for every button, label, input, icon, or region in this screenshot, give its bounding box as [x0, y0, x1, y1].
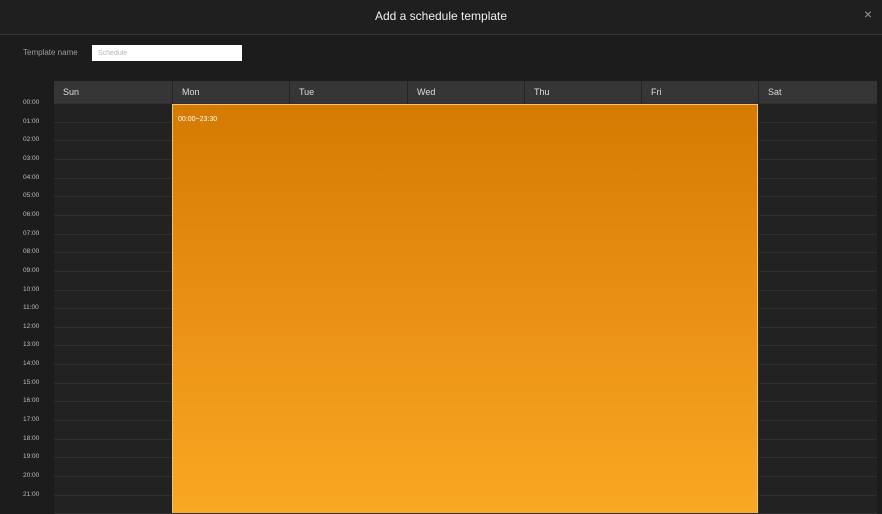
schedule-template-dialog: Add a schedule template × Template name … [0, 0, 882, 514]
time-label: 04:00 [23, 174, 40, 181]
time-label: 21:00 [23, 491, 40, 498]
time-label: 15:00 [23, 379, 40, 386]
dialog-title: Add a schedule template [374, 9, 508, 23]
close-icon[interactable]: × [861, 7, 875, 21]
template-name-input[interactable] [92, 45, 242, 61]
grid-day-line [758, 103, 759, 513]
day-header-fri[interactable]: Fri [641, 81, 758, 103]
time-label: 05:00 [23, 192, 40, 199]
time-label: 08:00 [23, 248, 40, 255]
time-label: 07:00 [23, 230, 40, 237]
time-label: 02:00 [23, 136, 40, 143]
day-header-mon[interactable]: Mon [172, 81, 289, 103]
time-label: 18:00 [23, 435, 40, 442]
time-label: 17:00 [23, 416, 40, 423]
day-header-thu[interactable]: Thu [524, 81, 641, 103]
day-header-row: Sun Mon Tue Wed Thu Fri Sat [54, 81, 877, 103]
template-name-row: Template name [0, 42, 882, 64]
time-label: 06:00 [23, 211, 40, 218]
time-label: 12:00 [23, 323, 40, 330]
time-label: 10:00 [23, 286, 40, 293]
day-header-sun[interactable]: Sun [54, 81, 172, 103]
template-name-label: Template name [23, 48, 78, 57]
schedule-block[interactable]: 00:00~23:30 [172, 104, 758, 513]
schedule-block-label: 00:00~23:30 [178, 116, 218, 123]
day-header-tue[interactable]: Tue [289, 81, 407, 103]
time-label: 11:00 [23, 304, 39, 311]
time-label: 09:00 [23, 267, 40, 274]
time-label: 03:00 [23, 155, 40, 162]
dialog-titlebar: Add a schedule template × [0, 0, 882, 35]
day-header-wed[interactable]: Wed [407, 81, 524, 103]
time-label: 19:00 [23, 453, 40, 460]
time-label: 00:00 [23, 99, 40, 106]
time-label: 20:00 [23, 472, 40, 479]
time-label: 13:00 [23, 341, 40, 348]
time-label: 01:00 [23, 118, 40, 125]
time-label: 14:00 [23, 360, 40, 367]
day-header-sat[interactable]: Sat [758, 81, 877, 103]
time-label: 16:00 [23, 397, 40, 404]
